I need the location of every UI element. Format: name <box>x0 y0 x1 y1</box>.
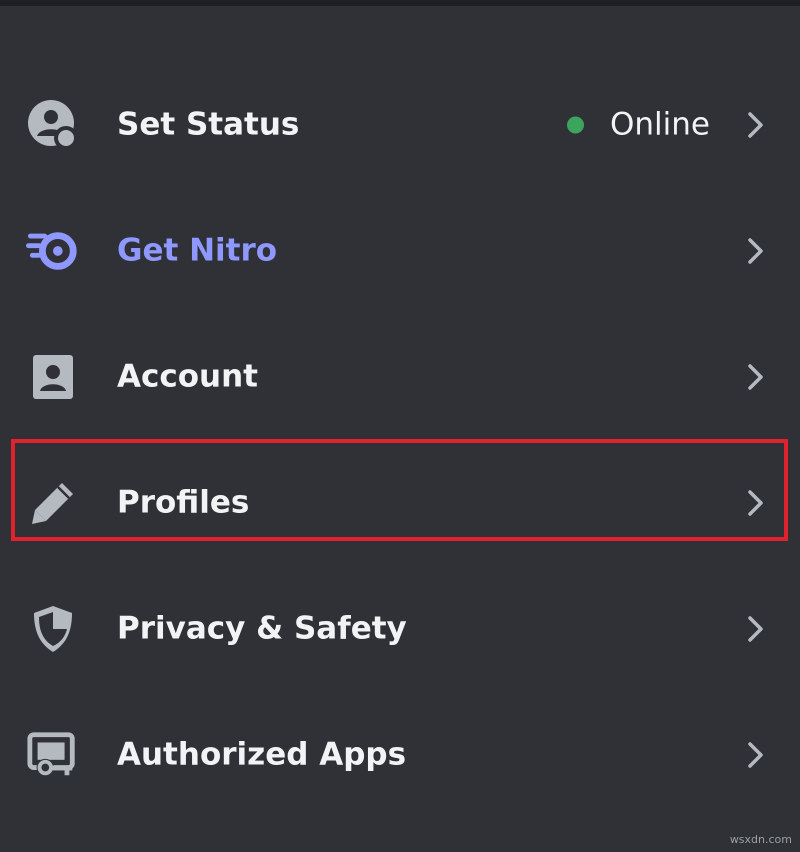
menu-item-label: Profiles <box>117 484 250 521</box>
menu-item-account[interactable]: Account <box>0 314 800 440</box>
menu-item-profiles[interactable]: Profiles <box>0 440 800 566</box>
pencil-icon <box>26 476 80 530</box>
watermark: wsxdn.com <box>729 833 792 846</box>
menu-item-privacy-safety[interactable]: Privacy & Safety <box>0 566 800 692</box>
online-status-dot <box>567 116 584 134</box>
menu-item-label: Privacy & Safety <box>117 610 407 647</box>
chevron-right-icon <box>748 490 763 516</box>
status-value: Online <box>610 106 710 143</box>
menu-item-label: Authorized Apps <box>117 736 407 773</box>
menu-item-label: Set Status <box>117 106 300 143</box>
chevron-right-icon <box>748 238 763 264</box>
authorized-apps-icon <box>26 728 80 782</box>
menu-item-set-status[interactable]: Set Status Online <box>0 62 800 188</box>
menu-item-label: Account <box>117 358 258 395</box>
account-icon <box>26 350 80 404</box>
shield-icon <box>26 602 80 656</box>
settings-menu: Set Status Online Get Nitro Account Prof… <box>0 0 800 852</box>
menu-item-label: Get Nitro <box>117 232 278 269</box>
user-status-icon <box>26 98 80 152</box>
chevron-right-icon <box>748 742 763 768</box>
menu-item-authorized-apps[interactable]: Authorized Apps <box>0 692 800 818</box>
nitro-icon <box>26 224 80 278</box>
menu-item-get-nitro[interactable]: Get Nitro <box>0 188 800 314</box>
chevron-right-icon <box>748 616 763 642</box>
chevron-right-icon <box>748 112 763 138</box>
chevron-right-icon <box>748 364 763 390</box>
